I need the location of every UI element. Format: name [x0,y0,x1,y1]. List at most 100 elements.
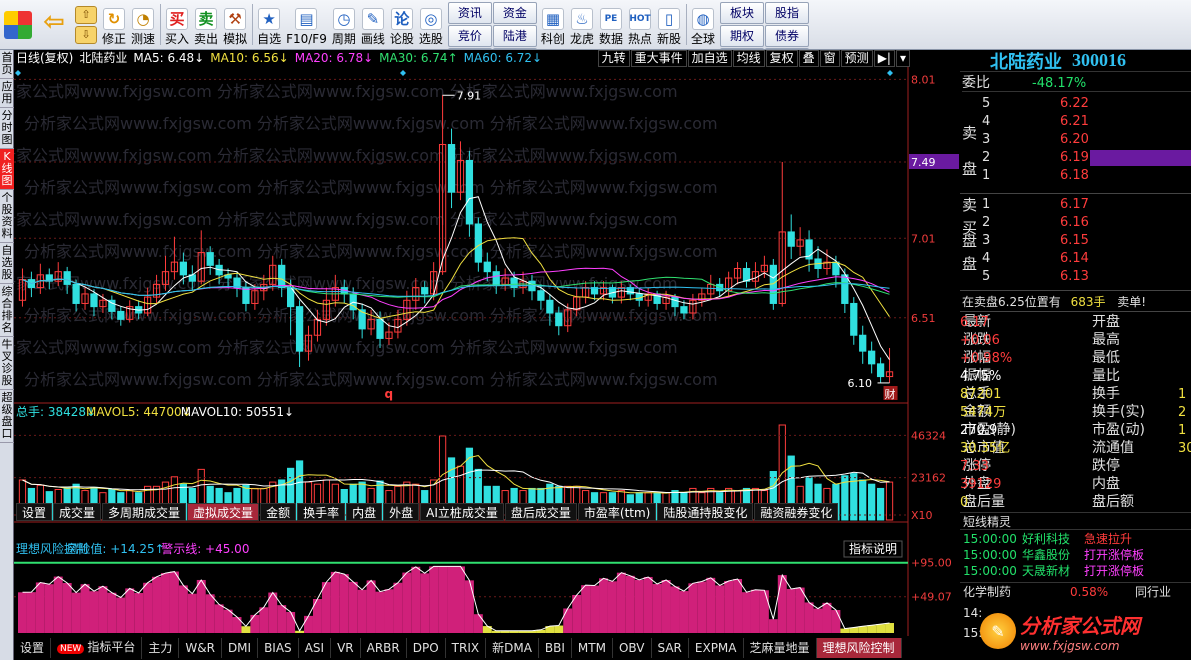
chart-btn-2[interactable]: 加自选 [687,50,732,67]
chart-btn-1[interactable]: 重大事件 [630,50,687,67]
chart-btn-4[interactable]: 复权 [765,50,798,67]
subtab-9[interactable]: 盘后成交量 [504,503,577,521]
indicator-tab-3[interactable]: W&R [179,638,222,658]
kline-svg[interactable]: 分析家公式网www.fxjgsw.com 分析家公式网www.fxjgsw.co… [14,67,960,653]
subtab-0[interactable]: 设置 [16,503,53,521]
shortline-stock[interactable]: 好利科技 [1022,531,1070,548]
event-diamond[interactable] [400,70,406,76]
indicator-tab-5[interactable]: BIAS [258,638,299,658]
back-button[interactable]: ⇦ [37,0,72,49]
subtab-1[interactable]: 成交量 [53,503,102,521]
left-tab-8[interactable]: 超级盘口 [0,390,14,443]
info-btn-1[interactable]: 资金 [492,2,537,24]
indicator-tab-6[interactable]: ASI [299,638,332,658]
indicator-tab-15[interactable]: SAR [652,638,689,658]
indicator-tab-2[interactable]: 主力 [142,638,180,658]
subtab-6[interactable]: 内盘 [346,503,383,521]
up-arrow-icon[interactable]: ⇧ [75,5,97,24]
newstock-button[interactable]: ▯ 新股 [655,0,684,49]
hot-button[interactable]: HOT 热点 [626,0,655,49]
shortline-title[interactable]: 短线精灵 [963,515,1011,529]
buy-button[interactable]: 买买入 [163,0,192,49]
pe-button[interactable]: PE 数据 [597,0,626,49]
indicator-tab-17[interactable]: 芝麻量地量 [744,638,817,658]
subtab-7[interactable]: 外盘 [383,503,420,521]
hammer-button[interactable]: ⚒ 模拟 [221,0,250,49]
period-label[interactable]: 日线(复权) [16,50,73,67]
indicator-tab-11[interactable]: 新DMA [486,638,539,658]
pen-button[interactable]: ✎ 画线 [359,0,388,49]
left-tab-7[interactable]: 牛叉诊股 [0,337,14,390]
speed-button[interactable]: ◔ 测速 [129,0,158,49]
indicator-tab-4[interactable]: DMI [222,638,259,658]
bid-price[interactable]: 6.15 [1060,232,1089,249]
ask-price[interactable]: 6.21 [1060,113,1089,130]
event-diamond[interactable] [15,70,21,76]
refresh-button[interactable]: ↻ 修正 [100,0,129,49]
info-btn-3[interactable]: 陆港 [492,25,537,47]
subtab-4[interactable]: 金额 [260,503,297,521]
dragon-button[interactable]: ♨ 龙虎 [568,0,597,49]
market-btn-2[interactable]: 期权 [720,25,765,47]
indicator-tab-1[interactable]: NEW 指标平台 [51,637,143,659]
menu-arrow-icon[interactable]: ▾ [895,50,910,67]
bid-price[interactable]: 6.16 [1060,214,1089,231]
clock-button[interactable]: ◷ 周期 [330,0,359,49]
bid-price[interactable]: 6.14 [1060,250,1089,267]
indicator-tab-10[interactable]: TRIX [446,638,487,658]
market-btn-1[interactable]: 股指 [765,2,810,24]
app-logo[interactable] [0,0,37,49]
subtab-8[interactable]: AI立桩成交量 [420,503,504,521]
indicator-tab-12[interactable]: BBI [539,638,572,658]
subtab-2[interactable]: 多周期成交量 [102,503,187,521]
subtab-11[interactable]: 陆股通持股变化 [657,503,754,521]
industry-label[interactable]: 化学制药 [963,585,1011,599]
chart-btn-5[interactable]: 叠 [798,50,819,67]
left-tab-4[interactable]: 个股资料 [0,190,14,243]
info-btn-0[interactable]: 资讯 [447,2,492,24]
indicator-tab-13[interactable]: MTM [572,638,613,658]
globe-button[interactable]: ◍ 全球 [689,0,718,49]
forum-button[interactable]: 论论股 [388,0,417,49]
bid-price[interactable]: 6.17 [1060,196,1089,213]
sell-button[interactable]: 卖卖出 [192,0,221,49]
market-btn-0[interactable]: 板块 [720,2,765,24]
info-btn-2[interactable]: 竞价 [447,25,492,47]
shortline-stock[interactable]: 天晟新材 [1022,563,1070,580]
indicator-tab-0[interactable]: 设置 [14,638,52,658]
left-tab-5[interactable]: 自选股 [0,243,14,284]
indicator-tab-7[interactable]: VR [331,638,361,658]
kechuang-button[interactable]: ▦ 科创 [539,0,568,49]
ask-price[interactable]: 6.22 [1060,95,1089,112]
subtab-10[interactable]: 市盈率(ttm) [577,503,657,521]
event-diamond[interactable] [887,70,893,76]
left-tab-1[interactable]: 应用 [0,79,14,108]
indicator-tab-18[interactable]: 理想风险控制 [816,638,902,658]
left-tab-3[interactable]: K线图 [0,149,14,190]
shortline-stock[interactable]: 华鑫股份 [1022,547,1070,564]
market-btn-3[interactable]: 债券 [765,25,810,47]
left-tab-0[interactable]: 首页 [0,50,14,79]
left-tab-2[interactable]: 分时图 [0,108,14,149]
chart-btn-0[interactable]: 九转 [597,50,630,67]
indicator-tab-8[interactable]: ARBR [361,638,407,658]
chart-btn-6[interactable]: 窗 [819,50,840,67]
chart-btn-7[interactable]: 预测 [840,50,873,67]
indicator-tab-14[interactable]: OBV [613,638,652,658]
bid-price[interactable]: 6.13 [1060,268,1089,285]
ask-price[interactable]: 6.18 [1060,167,1089,184]
pick-button[interactable]: ◎ 选股 [417,0,446,49]
left-tab-6[interactable]: 综合排名 [0,284,14,337]
ask-price[interactable]: 6.19 [1060,149,1089,166]
indicator-tab-9[interactable]: DPO [407,638,446,658]
subtab-12[interactable]: 融资融券变化 [754,503,839,521]
subtab-5[interactable]: 换手率 [297,503,346,521]
indicator-tab-16[interactable]: EXPMA [689,638,744,658]
pin-icon[interactable]: ▶| [873,50,895,67]
f10-button[interactable]: ▤ F10/F9 [284,0,330,49]
star-button[interactable]: ★ 自选 [255,0,284,49]
down-arrow-icon[interactable]: ⇩ [75,25,97,44]
subtab-3[interactable]: 虚拟成交量 [187,503,260,521]
chart-btn-3[interactable]: 均线 [732,50,765,67]
ask-price[interactable]: 6.20 [1060,131,1089,148]
